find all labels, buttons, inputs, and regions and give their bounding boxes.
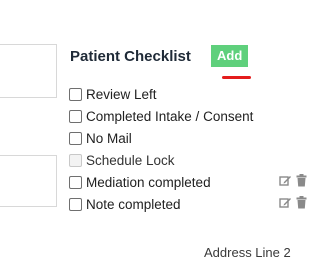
row-actions-note <box>279 196 307 214</box>
trash-icon[interactable] <box>296 174 307 192</box>
text-field-bottom[interactable] <box>0 155 57 207</box>
checkbox[interactable] <box>69 175 82 189</box>
checklist-item-label: Review Left <box>86 86 157 102</box>
checkbox[interactable] <box>69 109 82 123</box>
checkbox[interactable] <box>69 131 82 145</box>
row-actions-mediation <box>279 174 307 192</box>
trash-icon[interactable] <box>296 196 307 214</box>
text-field-top[interactable] <box>0 44 57 98</box>
edit-icon[interactable] <box>279 196 292 214</box>
checklist-item-label: Mediation completed <box>86 174 211 190</box>
checklist-item-schedule-lock: Schedule Lock <box>69 149 253 171</box>
add-underline-marker <box>222 76 251 79</box>
checklist-item-note-completed: Note completed <box>69 193 253 215</box>
checkbox[interactable] <box>69 197 82 211</box>
checklist-item-review-left: Review Left <box>69 83 253 105</box>
checklist-item-label: Completed Intake / Consent <box>86 108 254 124</box>
add-button[interactable]: Add <box>211 45 249 67</box>
checklist: Review Left Completed Intake / Consent N… <box>69 83 253 215</box>
checklist-title: Patient Checklist <box>70 48 191 65</box>
checkbox-disabled <box>69 153 82 167</box>
checklist-item-completed-intake: Completed Intake / Consent <box>69 105 253 127</box>
checklist-item-label: No Mail <box>86 130 132 146</box>
checklist-item-label: Schedule Lock <box>86 152 175 168</box>
edit-icon[interactable] <box>279 174 292 192</box>
checkbox[interactable] <box>69 87 82 101</box>
checklist-item-no-mail: No Mail <box>69 127 253 149</box>
checklist-item-mediation-completed: Mediation completed <box>69 171 253 193</box>
checklist-item-label: Note completed <box>86 196 181 212</box>
